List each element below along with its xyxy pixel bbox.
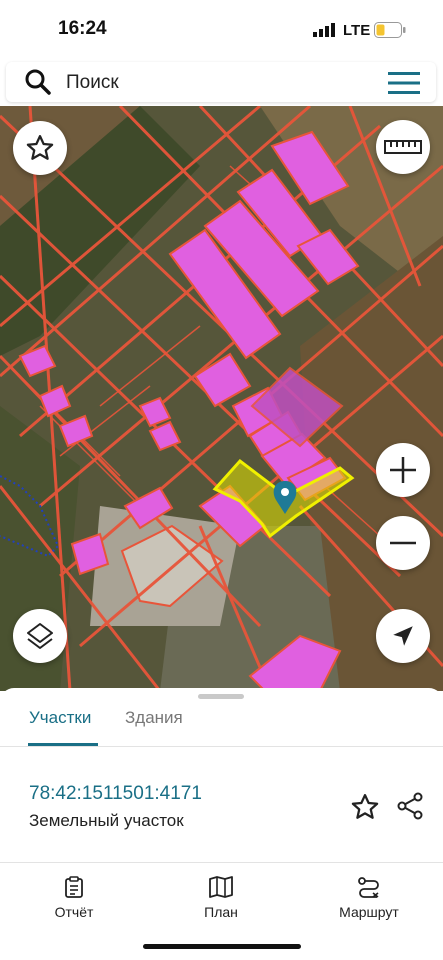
nav-plan-label: План bbox=[204, 904, 238, 920]
cadastral-number[interactable]: 78:42:1511501:4171 bbox=[29, 783, 202, 805]
nav-report-label: Отчёт bbox=[54, 904, 94, 920]
signal-icon bbox=[313, 23, 335, 37]
map-view[interactable] bbox=[0, 106, 443, 691]
nav-route-label: Маршрут bbox=[339, 904, 399, 920]
tab-divider bbox=[0, 746, 443, 747]
minus-icon bbox=[390, 541, 416, 545]
star-icon[interactable] bbox=[350, 792, 380, 822]
parcel-info-sheet: Участки Здания 78:42:1511501:4171 Земель… bbox=[0, 688, 443, 960]
satellite-map[interactable] bbox=[0, 106, 443, 691]
ruler-button[interactable] bbox=[376, 120, 430, 174]
zoom-out-button[interactable] bbox=[376, 516, 430, 570]
ruler-icon bbox=[384, 140, 422, 154]
nav-report[interactable]: Отчёт bbox=[46, 876, 102, 920]
nav-plan[interactable]: План bbox=[196, 876, 246, 920]
layers-icon bbox=[27, 623, 53, 649]
share-icon[interactable] bbox=[396, 792, 424, 820]
search-bar bbox=[6, 62, 436, 102]
battery-icon bbox=[374, 22, 406, 38]
status-time: 16:24 bbox=[58, 18, 107, 39]
hamburger-menu-icon[interactable] bbox=[388, 71, 420, 95]
route-icon bbox=[358, 877, 379, 898]
report-clipboard-icon bbox=[65, 876, 83, 898]
search-icon[interactable] bbox=[24, 68, 52, 96]
nav-route[interactable]: Маршрут bbox=[332, 876, 406, 920]
locate-button[interactable] bbox=[376, 609, 430, 663]
nav-divider bbox=[0, 862, 443, 863]
zoom-in-button[interactable] bbox=[376, 443, 430, 497]
home-indicator[interactable] bbox=[143, 944, 301, 949]
tab-buildings[interactable]: Здания bbox=[125, 708, 183, 728]
parcel-type: Земельный участок bbox=[29, 811, 184, 830]
status-bar: 16:24 LTE bbox=[0, 0, 443, 60]
map-book-icon bbox=[209, 876, 233, 898]
star-icon bbox=[26, 135, 54, 160]
favorite-button[interactable] bbox=[13, 121, 67, 175]
network-type: LTE bbox=[343, 22, 371, 39]
sheet-drag-handle[interactable] bbox=[198, 694, 244, 699]
search-input[interactable] bbox=[64, 67, 368, 99]
layers-button[interactable] bbox=[13, 609, 67, 663]
tab-parcels[interactable]: Участки bbox=[29, 708, 91, 728]
navigation-arrow-icon bbox=[393, 626, 413, 646]
plus-icon bbox=[390, 457, 416, 483]
